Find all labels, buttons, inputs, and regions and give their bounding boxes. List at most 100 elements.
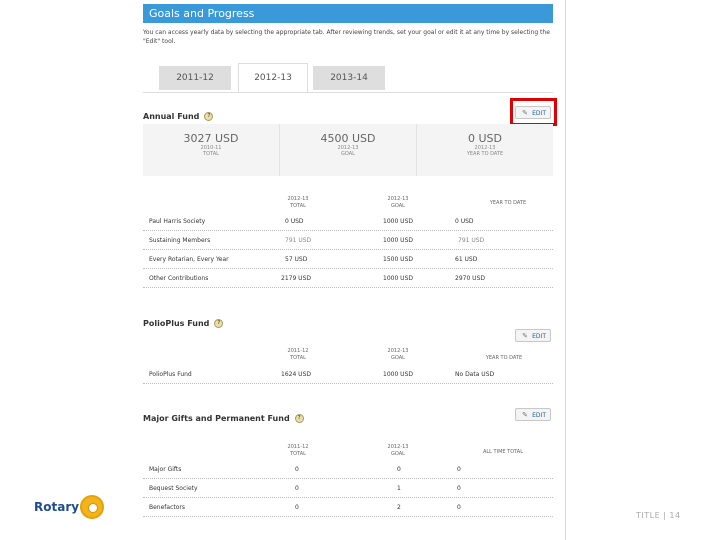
row-name: Major Gifts: [149, 466, 182, 473]
annual-fund-summary: 3027 USD 2010-11 TOTAL 4500 USD 2012-13 …: [143, 124, 553, 176]
row-ytd: 0: [457, 485, 461, 492]
rotary-logo-text: Rotary: [34, 500, 80, 514]
row-ytd: No Data USD: [455, 371, 495, 378]
info-icon[interactable]: ?: [204, 112, 214, 121]
table-row: Benefactors 0 2 0: [143, 500, 553, 517]
row-name: Every Rotarian, Every Year: [149, 256, 229, 263]
column-header-line: 2011-12: [287, 348, 309, 354]
row-name: Benefactors: [149, 504, 186, 511]
pencil-icon: ✎: [522, 332, 528, 340]
major-gifts-title: Major Gifts and Permanent Fund: [143, 414, 290, 423]
column-header-ytd: YEAR TO DATE: [478, 200, 538, 207]
slide-footer: TITLE | 14: [636, 511, 681, 520]
polioplus-edit-button[interactable]: ✎ EDIT: [515, 329, 551, 342]
row-ytd: 0: [457, 466, 461, 473]
column-header-line: YEAR TO DATE: [489, 200, 527, 206]
column-header-total: 2012-13 TOTAL: [278, 196, 318, 210]
row-ytd: 61 USD: [455, 256, 478, 263]
row-name: Sustaining Members: [149, 237, 211, 244]
column-header-line: 2012-13: [387, 196, 409, 202]
column-header-ytd: YEAR TO DATE: [474, 355, 534, 362]
annual-fund-edit-button[interactable]: ✎ EDIT: [515, 106, 551, 119]
column-header-line: 2012-13: [287, 196, 309, 202]
column-header-all-time: ALL TIME TOTAL: [472, 449, 534, 456]
row-goal: 1000 USD: [383, 218, 413, 225]
row-name: PolioPlus Fund: [149, 371, 192, 378]
column-header-line: 2011-12: [287, 444, 309, 450]
annual-fund-heading: Annual Fund?: [143, 112, 214, 121]
tab-2012-13[interactable]: 2012-13: [238, 63, 308, 92]
row-name: Other Contributions: [149, 275, 209, 282]
table-row: Sustaining Members 791 USD 1000 USD 791 …: [143, 233, 553, 250]
row-name: Bequest Society: [149, 485, 198, 492]
table-row: Paul Harris Society 0 USD 1000 USD 0 USD: [143, 214, 553, 231]
major-gifts-heading: Major Gifts and Permanent Fund?: [143, 414, 304, 423]
column-header-line: GOAL: [391, 451, 405, 457]
column-header-goal: 2012-13 GOAL: [378, 348, 418, 362]
row-ytd: 0 USD: [455, 218, 474, 225]
summary-label: GOAL: [341, 151, 355, 157]
pencil-icon: ✎: [522, 109, 528, 117]
polioplus-heading: PolioPlus Fund?: [143, 319, 224, 328]
column-header-line: GOAL: [391, 355, 405, 361]
summary-value: 0 USD: [468, 132, 502, 145]
row-total: 1624 USD: [281, 371, 311, 378]
row-goal: 1: [397, 485, 401, 492]
info-icon[interactable]: ?: [294, 414, 304, 423]
polioplus-title: PolioPlus Fund: [143, 319, 210, 328]
edit-label: EDIT: [532, 333, 546, 340]
row-total: 0: [295, 466, 299, 473]
annual-fund-title: Annual Fund: [143, 112, 200, 121]
row-goal: 1000 USD: [383, 371, 413, 378]
summary-total: 3027 USD 2010-11 TOTAL: [143, 124, 280, 176]
column-header-line: TOTAL: [290, 355, 306, 361]
intro-text: You can access yearly data by selecting …: [143, 29, 550, 45]
row-ytd: 0: [457, 504, 461, 511]
column-header-total: 2011-12 TOTAL: [278, 444, 318, 458]
page-header: Goals and Progress: [143, 4, 553, 23]
summary-goal: 4500 USD 2012-13 GOAL: [280, 124, 417, 176]
info-icon[interactable]: ?: [214, 319, 224, 328]
row-name: Paul Harris Society: [149, 218, 206, 225]
table-row: PolioPlus Fund 1624 USD 1000 USD No Data…: [143, 367, 553, 384]
tab-2011-12[interactable]: 2011-12: [159, 66, 231, 90]
column-header-total: 2011-12 TOTAL: [278, 348, 318, 362]
row-total: 0: [295, 504, 299, 511]
row-ytd: 791 USD: [458, 237, 485, 244]
row-total: 0: [295, 485, 299, 492]
table-row: Every Rotarian, Every Year 57 USD 1500 U…: [143, 252, 553, 269]
column-header-goal: 2012-13 GOAL: [378, 444, 418, 458]
edit-label: EDIT: [532, 412, 546, 419]
table-row: Other Contributions 2179 USD 1000 USD 29…: [143, 271, 553, 288]
row-total: 2179 USD: [281, 275, 311, 282]
row-total: 791 USD: [285, 237, 312, 244]
summary-value: 4500 USD: [320, 132, 376, 145]
row-goal: 1500 USD: [383, 256, 413, 263]
pencil-icon: ✎: [522, 411, 528, 419]
column-header-line: GOAL: [391, 203, 405, 209]
column-header-line: TOTAL: [290, 203, 306, 209]
edit-label: EDIT: [532, 110, 546, 117]
tab-2013-14[interactable]: 2013-14: [313, 66, 385, 90]
page-edge: [565, 0, 566, 540]
row-goal: 2: [397, 504, 401, 511]
summary-value: 3027 USD: [183, 132, 239, 145]
table-row: Major Gifts 0 0 0: [143, 462, 553, 479]
summary-label: TOTAL: [203, 151, 219, 157]
row-total: 0 USD: [285, 218, 304, 225]
summary-ytd: 0 USD 2012-13 YEAR TO DATE: [417, 124, 553, 176]
major-gifts-edit-button[interactable]: ✎ EDIT: [515, 408, 551, 421]
column-header-line: ALL TIME TOTAL: [482, 449, 524, 455]
row-ytd: 2970 USD: [455, 275, 485, 282]
column-header-line: 2012-13: [387, 444, 409, 450]
rotary-wheel-icon: [80, 495, 104, 519]
year-tabs: 2011-12 2012-13 2013-14: [143, 62, 553, 92]
column-header-line: 2012-13: [387, 348, 409, 354]
row-total: 57 USD: [285, 256, 308, 263]
tab-divider: [143, 92, 553, 93]
row-goal: 1000 USD: [383, 237, 413, 244]
row-goal: 1000 USD: [383, 275, 413, 282]
column-header-line: YEAR TO DATE: [485, 355, 523, 361]
column-header-line: TOTAL: [290, 451, 306, 457]
table-row: Bequest Society 0 1 0: [143, 481, 553, 498]
